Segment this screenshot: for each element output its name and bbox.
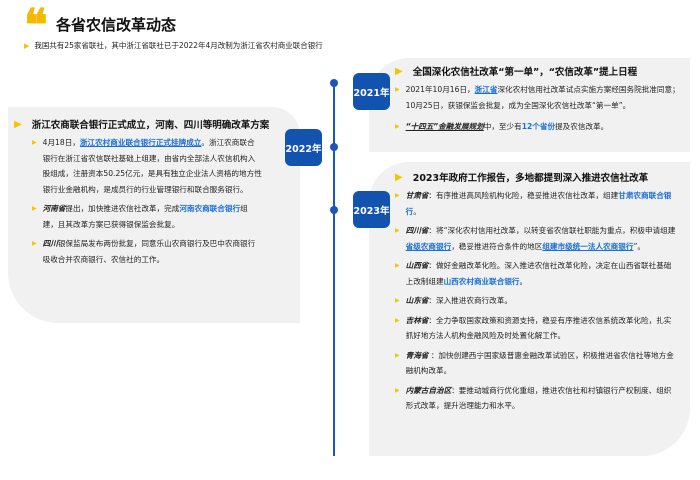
triangle-bullet-icon: ▶ — [395, 386, 400, 394]
page-title: 各省农信改革动态 — [56, 16, 177, 34]
page-subtitle: ▶ 我国共有25家省联社，其中浙江省联社已于2022年4月改制为浙江省农村商业联合… — [24, 41, 323, 50]
triangle-bullet-icon: ▶ — [395, 123, 400, 130]
triangle-bullet-icon: ▶ — [395, 262, 400, 269]
triangle-bullet-icon: ▶ — [24, 42, 30, 50]
list-item: ▶ 青海省 ：加快创建西宁国家级普惠金融改革试验区，积极推进省农信社等地方金融机构… — [395, 348, 678, 379]
list-item: ▶ 2021年10月16日，浙江省深化农村信用社改革试点实施方案经国务院批准同意；… — [395, 82, 680, 113]
year-badge-2023: 2023年 — [353, 191, 390, 228]
triangle-bullet-icon: ▶ — [32, 205, 37, 212]
list-item: ▶ 4月18日，浙江农村商业联合银行正式挂牌成立。浙江农商联合银行在浙江省农信联社… — [32, 135, 262, 197]
timeline-line — [333, 83, 335, 456]
timeline-dot — [330, 79, 338, 87]
list-item: ▶ 内蒙古自治区：要推动城商行优化重组，推进农信社和村镇银行产权制度、组织形式改革… — [395, 383, 678, 414]
panel-heading: ▶ 全国深化农信社改革“第一单”，“农信改革”提上日程 — [395, 65, 638, 79]
list-item: ▶ “十四五”金融发展规划中，至少有12个省份提及农信改革。 — [395, 119, 680, 135]
panel-heading: ▶ 2023年政府工作报告，多地都提到深入推进农信社改革 — [395, 171, 649, 185]
triangle-bullet-icon: ▶ — [395, 192, 400, 199]
panel-2023: ▶ 2023年政府工作报告，多地都提到深入推进农信社改革 ▶ 甘肃省：有序推进高风险… — [369, 162, 690, 456]
triangle-bullet-icon: ▶ — [395, 297, 400, 304]
triangle-bullet-icon: ▶ — [395, 171, 403, 183]
year-badge-2022: 2022年 — [285, 129, 322, 166]
triangle-bullet-icon: ▶ — [32, 139, 37, 146]
list-item: ▶ 四川省：将“深化农村信用社改革，以转变省农信联社职能为重点，积极申请组建省级农… — [395, 223, 678, 254]
list-item: ▶ 山东省：深入推进农商行改革。 — [395, 293, 678, 309]
triangle-bullet-icon: ▶ — [395, 65, 403, 77]
panel-2021: ▶ 全国深化农信社改革“第一单”，“农信改革”提上日程 ▶ 2021年10月16日，… — [369, 58, 690, 152]
list-item: ▶ 四川银保监局发布两份批复，同意乐山农商银行及巴中农商银行吸收合并农商银行、农信… — [32, 236, 262, 267]
triangle-bullet-icon: ▶ — [395, 351, 400, 359]
list-item: ▶ 河南省提出，加快推进农信社改革，完成河南农商联合银行组建，且其改革方案已获得银… — [32, 201, 262, 232]
triangle-bullet-icon: ▶ — [395, 227, 400, 234]
triangle-bullet-icon: ▶ — [32, 240, 37, 247]
panel-heading: ▶ 浙江农商联合银行正式成立，河南、四川等明确改革方案 — [14, 118, 270, 132]
list-item: ▶ 甘肃省：有序推进高风险机构化险，稳妥推进农信社改革，组建甘肃农商联合银行。 — [395, 188, 678, 219]
triangle-bullet-icon: ▶ — [395, 86, 400, 93]
timeline-dot — [330, 206, 338, 214]
triangle-bullet-icon: ▶ — [395, 316, 400, 324]
triangle-bullet-icon: ▶ — [14, 118, 22, 130]
year-badge-2021: 2021年 — [353, 73, 390, 110]
list-item: ▶ 山西省：做好金融改革化险。深入推进农信社改革化险，决定在山西省联社基础上改制组… — [395, 258, 678, 289]
list-item: ▶ 吉林省：全力争取国家政策和资源支持，稳妥有序推进农信系统改革化险，扎实抓好地方… — [395, 313, 678, 344]
timeline-dot — [330, 143, 338, 151]
panel-2022: ▶ 浙江农商联合银行正式成立，河南、四川等明确改革方案 ▶ 4月18日，浙江农村商业… — [8, 107, 300, 323]
